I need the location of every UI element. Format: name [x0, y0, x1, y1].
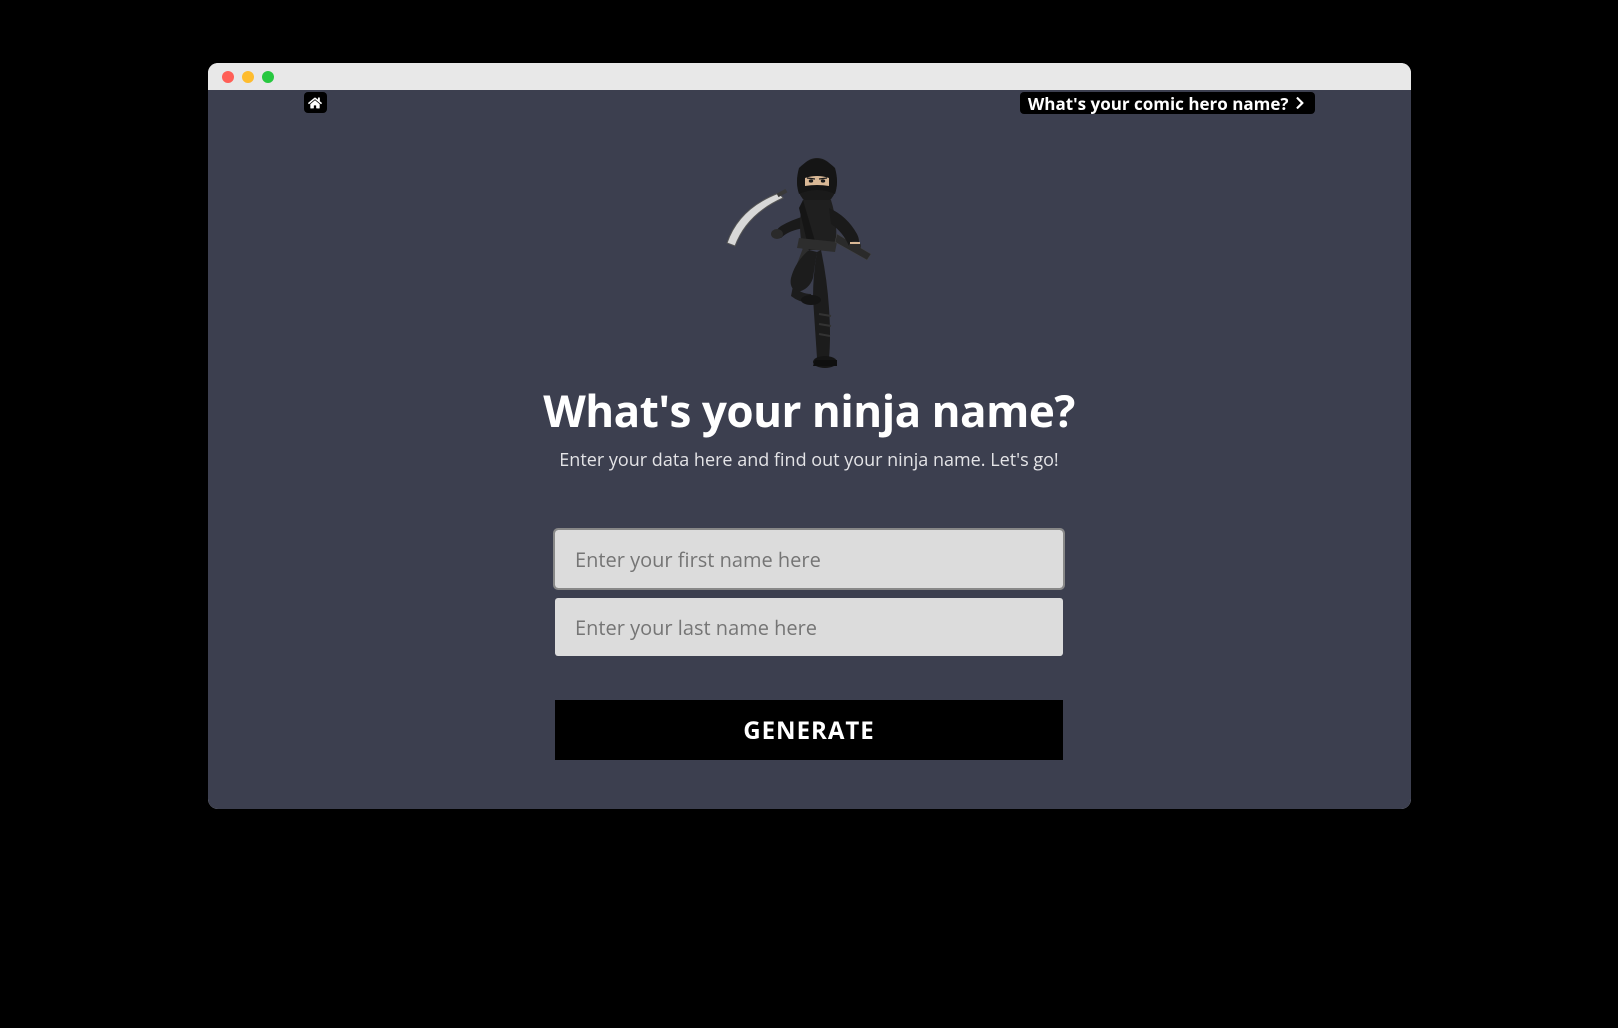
app-window: What's your comic hero name?: [208, 63, 1411, 809]
window-titlebar: [208, 63, 1411, 90]
ninja-illustration: [709, 138, 909, 378]
first-name-input[interactable]: [555, 530, 1063, 588]
last-name-input[interactable]: [555, 598, 1063, 656]
close-window-button[interactable]: [222, 71, 234, 83]
minimize-window-button[interactable]: [242, 71, 254, 83]
home-button[interactable]: [304, 92, 327, 113]
page-content: What's your comic hero name?: [208, 90, 1411, 809]
page-title: What's your ninja name?: [543, 380, 1075, 440]
page-subtitle: Enter your data here and find out your n…: [559, 448, 1058, 472]
chevron-right-icon: [1295, 96, 1305, 110]
top-nav: What's your comic hero name?: [208, 90, 1411, 116]
maximize-window-button[interactable]: [262, 71, 274, 83]
next-quiz-label: What's your comic hero name?: [1028, 92, 1289, 115]
home-icon: [308, 96, 322, 110]
generate-button[interactable]: GENERATE: [555, 700, 1063, 760]
main-section: What's your ninja name? Enter your data …: [208, 90, 1411, 760]
name-form: GENERATE: [555, 530, 1063, 760]
next-quiz-link[interactable]: What's your comic hero name?: [1020, 92, 1315, 114]
